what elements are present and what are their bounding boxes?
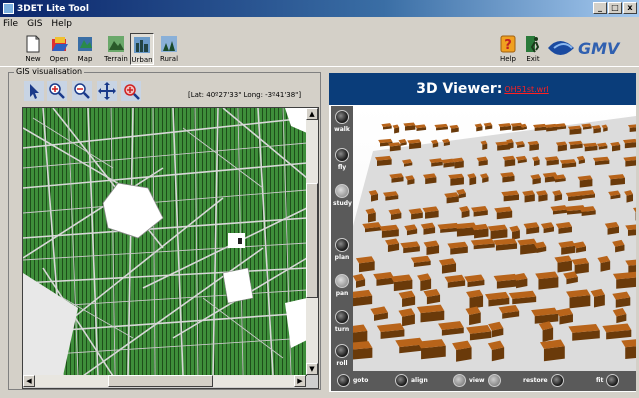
restore-icon [550, 374, 564, 387]
gmv-logo: GMV [548, 39, 621, 58]
help-label: Help [500, 55, 516, 63]
help-button[interactable]: ? Help [496, 33, 520, 65]
help-icon: ? [500, 35, 516, 53]
coordinates-readout: [Lat: 40º27'33" Long: -3º41'38"] [188, 91, 302, 99]
new-file-icon [26, 35, 40, 53]
3d-city-canvas[interactable] [340, 106, 639, 371]
roll-icon [335, 344, 349, 358]
scroll-down-icon[interactable]: ▼ [306, 363, 318, 375]
maximize-button[interactable]: □ [608, 2, 622, 14]
new-button[interactable]: New [21, 33, 45, 65]
terrain-icon [108, 36, 124, 52]
map-icon [78, 37, 92, 51]
open-icon [52, 37, 68, 51]
urban-icon [134, 37, 150, 53]
fit-icon [606, 374, 620, 387]
terrain-button[interactable]: Terrain [104, 33, 128, 65]
map-canvas[interactable] [23, 108, 308, 377]
close-button[interactable]: x [623, 2, 637, 14]
zoom-point-icon[interactable] [121, 81, 141, 101]
fly-button[interactable]: fly [333, 148, 351, 171]
scroll-up-icon[interactable]: ▲ [306, 108, 318, 120]
goto-button[interactable]: goto [337, 374, 368, 387]
viewer-bottom-bar: goto align view restore fit [331, 371, 636, 391]
menu-bar: File GIS Help [0, 17, 639, 31]
toolbar-divider [0, 66, 639, 67]
title-bar: 3DET Lite Tool _ □ x [0, 0, 639, 17]
walk-button[interactable]: walk [333, 110, 351, 133]
urban-label: Urban [131, 56, 153, 64]
exit-button[interactable]: Exit [521, 33, 545, 65]
vertical-scroll-thumb[interactable] [306, 183, 318, 298]
view-button[interactable]: view [453, 374, 501, 387]
open-label: Open [49, 55, 69, 63]
align-icon [395, 374, 408, 387]
svg-text:?: ? [504, 38, 512, 53]
map-vertical-scrollbar[interactable]: ▲ ▼ [306, 108, 318, 375]
urban-button[interactable]: Urban [130, 33, 154, 65]
3d-scene[interactable] [340, 106, 639, 371]
scroll-right-icon[interactable]: ▶ [294, 375, 306, 387]
align-button[interactable]: align [395, 374, 428, 387]
menu-file[interactable]: File [3, 19, 18, 29]
next-view-icon [487, 374, 501, 387]
gmv-logo-text: GMV [578, 39, 621, 58]
study-icon [335, 184, 349, 198]
pan-icon[interactable] [97, 81, 117, 101]
rural-label: Rural [159, 55, 179, 63]
turn-button[interactable]: turn [333, 310, 351, 333]
map-label: Map [77, 55, 93, 63]
app-icon [3, 3, 14, 14]
walk-icon [335, 110, 349, 124]
pan-button[interactable]: pan [333, 274, 351, 297]
restore-button[interactable]: restore [523, 374, 564, 387]
toolbar: New Open Map Terrain Urban Rural ? Help … [0, 32, 639, 66]
pan-view-icon [335, 274, 349, 288]
roll-button[interactable]: roll [333, 344, 351, 367]
terrain-label: Terrain [104, 55, 128, 63]
turn-icon [335, 310, 349, 324]
menu-help[interactable]: Help [51, 19, 72, 29]
exit-icon [526, 36, 540, 53]
pointer-icon[interactable] [24, 81, 44, 101]
rural-icon [161, 36, 177, 52]
open-button[interactable]: Open [47, 33, 71, 65]
viewer-title: 3D Viewer: [416, 81, 503, 97]
window-title: 3DET Lite Tool [17, 3, 89, 14]
plan-button[interactable]: plan [333, 238, 351, 261]
fly-icon [335, 148, 349, 162]
map-button[interactable]: Map [73, 33, 97, 65]
rural-button[interactable]: Rural [157, 33, 181, 65]
map-horizontal-scrollbar[interactable]: ◀ ▶ [23, 375, 306, 387]
goto-icon [337, 374, 350, 387]
fit-button[interactable]: fit [596, 374, 620, 387]
new-label: New [25, 55, 41, 63]
menu-gis[interactable]: GIS [27, 19, 42, 29]
scroll-left-icon[interactable]: ◀ [23, 375, 35, 387]
zoom-in-icon[interactable] [47, 81, 67, 101]
viewer-header: 3D Viewer: OH51st.wrl [329, 73, 636, 105]
navigation-sidebar: walk fly study plan pan turn roll [331, 106, 353, 374]
horizontal-scroll-thumb[interactable] [108, 375, 213, 387]
previous-view-icon [453, 374, 466, 387]
study-button[interactable]: study [333, 184, 352, 207]
minimize-button[interactable]: _ [593, 2, 607, 14]
zoom-out-icon[interactable] [72, 81, 92, 101]
gis-label: GIS visualisation [14, 67, 85, 76]
exit-label: Exit [526, 55, 540, 63]
plan-icon [335, 238, 349, 252]
viewer-filename[interactable]: OH51st.wrl [504, 85, 548, 94]
gis-map[interactable] [22, 107, 319, 389]
